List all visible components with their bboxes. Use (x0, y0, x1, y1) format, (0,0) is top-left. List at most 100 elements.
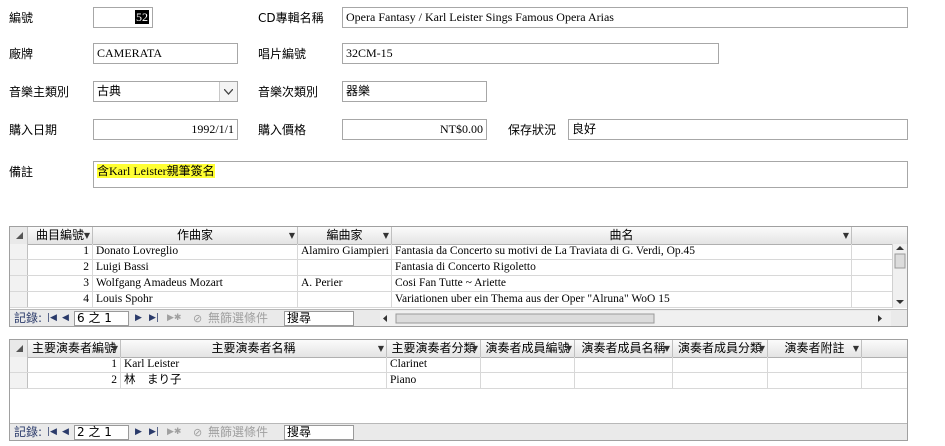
table-row[interactable]: 1 Donato Lovreglio Alamiro Giampieri Fan… (10, 244, 907, 260)
cell[interactable]: Fantasia di Concerto Rigoletto (392, 260, 852, 275)
first-record-icon[interactable]: |◀ (47, 426, 57, 439)
row-selector[interactable] (10, 373, 28, 388)
column-header[interactable]: 演奏者成員編號 ▼ (481, 340, 575, 357)
row-selector[interactable] (10, 357, 28, 372)
table-row[interactable]: 2 林 まり子 Piano (10, 373, 907, 389)
chevron-down-icon[interactable]: ▼ (112, 340, 118, 357)
record-position-input[interactable]: 2 之 1 (74, 425, 129, 440)
cell[interactable]: Piano (387, 373, 481, 388)
chevron-down-icon[interactable]: ▼ (378, 340, 384, 357)
last-record-icon[interactable]: ▶| (149, 426, 159, 439)
record-label-field[interactable]: CAMERATA (93, 43, 238, 64)
cell[interactable]: 2 (28, 260, 93, 275)
condition-field[interactable]: 良好 (568, 119, 908, 140)
table-row[interactable]: 3 Wolfgang Amadeus Mozart A. Perier Cosi… (10, 276, 907, 292)
purchase-date-field[interactable]: 1992/1/1 (93, 119, 238, 140)
last-record-icon[interactable]: ▶| (149, 312, 159, 325)
cell[interactable] (481, 357, 575, 372)
row-selector[interactable] (10, 260, 28, 275)
table-row[interactable]: 1 Karl Leister Clarinet (10, 357, 907, 373)
chevron-down-icon[interactable]: ▼ (566, 340, 572, 357)
column-header[interactable]: 主要演奏者編號 ▼ (28, 340, 121, 357)
previous-record-icon[interactable]: ◀ (62, 426, 69, 439)
notes-field[interactable]: 含Karl Leister親筆簽名 (93, 161, 908, 188)
cell[interactable]: Alamiro Giampieri (298, 244, 392, 259)
cell[interactable]: 2 (28, 373, 121, 388)
chevron-down-icon[interactable]: ▼ (472, 340, 478, 357)
record-position-input[interactable]: 6 之 1 (74, 311, 129, 326)
search-input[interactable]: 搜尋 (284, 311, 354, 326)
row-selector[interactable] (10, 292, 28, 307)
cell[interactable]: 林 まり子 (121, 373, 387, 388)
chevron-down-icon[interactable]: ▼ (84, 227, 90, 244)
filter-status[interactable]: 無篩選條件 (208, 425, 268, 440)
notes-value: 含Karl Leister親筆簽名 (97, 164, 215, 178)
cell[interactable]: Luigi Bassi (93, 260, 298, 275)
row-selector[interactable] (10, 276, 28, 291)
album-field[interactable]: Opera Fantasy / Karl Leister Sings Famou… (342, 7, 908, 28)
cell[interactable]: Clarinet (387, 357, 481, 372)
chevron-down-icon[interactable]: ▼ (853, 340, 859, 357)
price-field[interactable]: NT$0.00 (342, 119, 487, 140)
chevron-down-icon[interactable]: ▼ (759, 340, 765, 357)
cell[interactable]: A. Perier (298, 276, 392, 291)
new-record-icon[interactable]: ▶✱ (167, 426, 181, 439)
cell[interactable]: Fantasia da Concerto su motivi de La Tra… (392, 244, 852, 259)
column-header[interactable]: 演奏者成員名稱 ▼ (575, 340, 673, 357)
cell[interactable] (673, 357, 768, 372)
row-selector[interactable] (10, 244, 28, 259)
id-field[interactable]: 52 (93, 7, 153, 28)
cell[interactable] (768, 357, 862, 372)
horizontal-scrollbar[interactable] (380, 311, 891, 326)
subgenre-field[interactable]: 器樂 (342, 81, 487, 102)
cell[interactable]: Karl Leister (121, 357, 387, 372)
chevron-down-icon[interactable] (219, 82, 237, 101)
column-header[interactable]: 演奏者附註 ▼ (768, 340, 862, 357)
filter-status[interactable]: 無篩選條件 (208, 311, 268, 326)
next-record-icon[interactable]: ▶ (135, 312, 142, 325)
previous-record-icon[interactable]: ◀ (62, 312, 69, 325)
cell[interactable] (298, 292, 392, 307)
filter-icon[interactable]: ⊘ (193, 312, 202, 325)
table-row[interactable]: 2 Luigi Bassi Fantasia di Concerto Rigol… (10, 260, 907, 276)
genre-combobox[interactable]: 古典 (93, 81, 238, 102)
column-header[interactable]: 主要演奏者分類 ▼ (387, 340, 481, 357)
vertical-scrollbar[interactable] (892, 244, 907, 308)
new-record-icon[interactable]: ▶✱ (167, 312, 181, 325)
chevron-down-icon[interactable]: ▼ (383, 227, 389, 244)
chevron-down-icon[interactable]: ▼ (664, 340, 670, 357)
cell[interactable]: Cosi Fan Tutte ~ Ariette (392, 276, 852, 291)
cell[interactable]: Louis Spohr (93, 292, 298, 307)
catalog-field[interactable]: 32CM-15 (342, 43, 719, 64)
column-header[interactable]: 曲目編號 ▼ (28, 227, 93, 244)
cell[interactable] (481, 373, 575, 388)
column-header[interactable]: 編曲家 ▼ (298, 227, 392, 244)
catalog-label: 唱片編號 (258, 47, 307, 61)
cell[interactable]: Donato Lovreglio (93, 244, 298, 259)
cell[interactable]: 1 (28, 357, 121, 372)
cell[interactable] (575, 373, 673, 388)
filter-icon[interactable]: ⊘ (193, 426, 202, 439)
cell[interactable]: 3 (28, 276, 93, 291)
cell[interactable] (575, 357, 673, 372)
cell[interactable] (298, 260, 392, 275)
search-input[interactable]: 搜尋 (284, 425, 354, 440)
cell[interactable]: Wolfgang Amadeus Mozart (93, 276, 298, 291)
table-row[interactable]: 4 Louis Spohr Variationen uber ein Thema… (10, 292, 907, 308)
select-all-cell[interactable] (10, 340, 28, 357)
first-record-icon[interactable]: |◀ (47, 312, 57, 325)
record-label: 記錄: (14, 425, 43, 439)
chevron-down-icon[interactable]: ▼ (289, 227, 295, 244)
column-header[interactable]: 作曲家 ▼ (93, 227, 298, 244)
cell[interactable]: 1 (28, 244, 93, 259)
next-record-icon[interactable]: ▶ (135, 426, 142, 439)
select-all-cell[interactable] (10, 227, 28, 244)
cell[interactable] (673, 373, 768, 388)
cell[interactable] (768, 373, 862, 388)
column-header[interactable]: 演奏者成員分類 ▼ (673, 340, 768, 357)
column-header[interactable]: 曲名 ▼ (392, 227, 852, 244)
chevron-down-icon[interactable]: ▼ (843, 227, 849, 244)
cell[interactable]: Variationen uber ein Thema aus der Oper … (392, 292, 852, 307)
column-header[interactable]: 主要演奏者名稱 ▼ (121, 340, 387, 357)
cell[interactable]: 4 (28, 292, 93, 307)
